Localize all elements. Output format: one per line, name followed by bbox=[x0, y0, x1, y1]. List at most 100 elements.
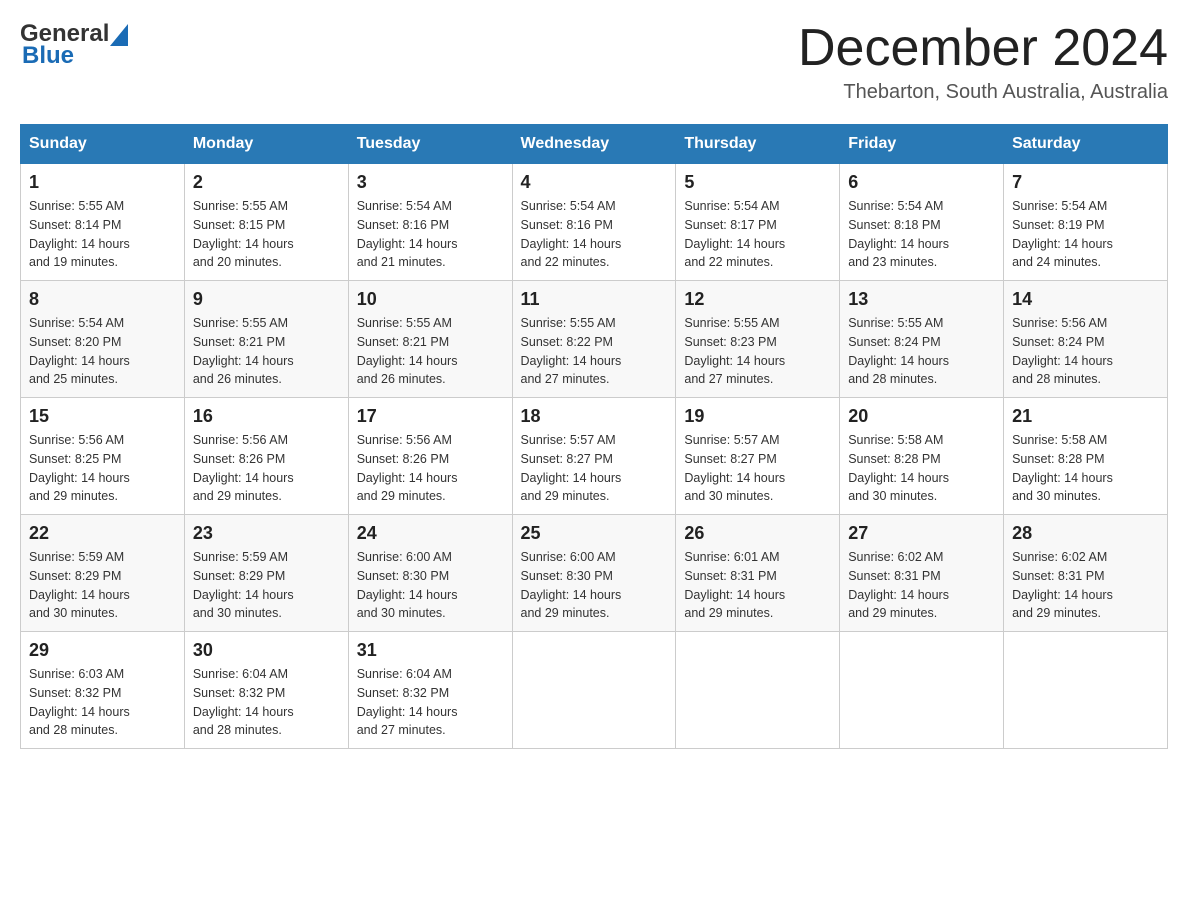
calendar-day-17: 17 Sunrise: 5:56 AMSunset: 8:26 PMDayligh… bbox=[348, 398, 512, 515]
day-info: Sunrise: 5:56 AMSunset: 8:24 PMDaylight:… bbox=[1012, 314, 1159, 389]
title-section: December 2024 Thebarton, South Australia… bbox=[798, 20, 1168, 104]
day-info: Sunrise: 5:57 AMSunset: 8:27 PMDaylight:… bbox=[684, 431, 831, 506]
day-number: 31 bbox=[357, 640, 504, 661]
calendar-day-3: 3 Sunrise: 5:54 AMSunset: 8:16 PMDaylight… bbox=[348, 164, 512, 281]
calendar-day-21: 21Sunrise: 5:58 AMSunset: 8:28 PMDayligh… bbox=[1004, 398, 1168, 515]
empty-cell bbox=[676, 632, 840, 749]
calendar-day-12: 12 Sunrise: 5:55 AMSunset: 8:23 PMDayligh… bbox=[676, 281, 840, 398]
month-title: December 2024 bbox=[798, 20, 1168, 77]
calendar-table: SundayMondayTuesdayWednesdayThursdayFrid… bbox=[20, 124, 1168, 749]
day-number: 3 bbox=[357, 172, 504, 193]
calendar-day-2: 2Sunrise: 5:55 AMSunset: 8:15 PMDaylight… bbox=[184, 164, 348, 281]
day-number: 12 bbox=[684, 289, 831, 310]
day-info: Sunrise: 5:57 AMSunset: 8:27 PMDaylight:… bbox=[521, 431, 668, 506]
day-info: Sunrise: 5:54 AMSunset: 8:17 PMDaylight:… bbox=[684, 197, 831, 272]
day-number: 27 bbox=[848, 523, 995, 544]
calendar-day-14: 14 Sunrise: 5:56 AMSunset: 8:24 PMDayligh… bbox=[1004, 281, 1168, 398]
page-header: General Blue December 2024 Thebarton, So… bbox=[20, 20, 1168, 104]
calendar-day-7: 7Sunrise: 5:54 AMSunset: 8:19 PMDaylight… bbox=[1004, 164, 1168, 281]
header-thursday: Thursday bbox=[676, 125, 840, 164]
calendar-day-18: 18 Sunrise: 5:57 AMSunset: 8:27 PMDayligh… bbox=[512, 398, 676, 515]
day-info: Sunrise: 5:56 AMSunset: 8:26 PMDaylight:… bbox=[357, 431, 504, 506]
calendar-day-8: 8Sunrise: 5:54 AMSunset: 8:20 PMDaylight… bbox=[21, 281, 185, 398]
day-number: 13 bbox=[848, 289, 995, 310]
calendar-day-6: 6 Sunrise: 5:54 AMSunset: 8:18 PMDaylight… bbox=[840, 164, 1004, 281]
day-info: Sunrise: 5:54 AMSunset: 8:19 PMDaylight:… bbox=[1012, 197, 1159, 272]
header-tuesday: Tuesday bbox=[348, 125, 512, 164]
header-friday: Friday bbox=[840, 125, 1004, 164]
calendar-day-5: 5 Sunrise: 5:54 AMSunset: 8:17 PMDaylight… bbox=[676, 164, 840, 281]
day-info: Sunrise: 5:54 AMSunset: 8:18 PMDaylight:… bbox=[848, 197, 995, 272]
day-info: Sunrise: 6:04 AMSunset: 8:32 PMDaylight:… bbox=[193, 665, 340, 740]
calendar-week-5: 29 Sunrise: 6:03 AMSunset: 8:32 PMDayligh… bbox=[21, 632, 1168, 749]
calendar-day-13: 13 Sunrise: 5:55 AMSunset: 8:24 PMDayligh… bbox=[840, 281, 1004, 398]
day-info: Sunrise: 5:58 AMSunset: 8:28 PMDaylight:… bbox=[848, 431, 995, 506]
empty-cell bbox=[840, 632, 1004, 749]
day-info: Sunrise: 6:00 AMSunset: 8:30 PMDaylight:… bbox=[521, 548, 668, 623]
day-number: 20 bbox=[848, 406, 995, 427]
day-number: 15 bbox=[29, 406, 176, 427]
calendar-day-16: 16Sunrise: 5:56 AMSunset: 8:26 PMDayligh… bbox=[184, 398, 348, 515]
day-number: 10 bbox=[357, 289, 504, 310]
day-info: Sunrise: 5:56 AMSunset: 8:25 PMDaylight:… bbox=[29, 431, 176, 506]
calendar-day-26: 26 Sunrise: 6:01 AMSunset: 8:31 PMDayligh… bbox=[676, 515, 840, 632]
calendar-day-27: 27 Sunrise: 6:02 AMSunset: 8:31 PMDayligh… bbox=[840, 515, 1004, 632]
day-info: Sunrise: 6:00 AMSunset: 8:30 PMDaylight:… bbox=[357, 548, 504, 623]
day-info: Sunrise: 6:02 AMSunset: 8:31 PMDaylight:… bbox=[848, 548, 995, 623]
logo: General Blue bbox=[20, 20, 130, 70]
calendar-day-20: 20 Sunrise: 5:58 AMSunset: 8:28 PMDayligh… bbox=[840, 398, 1004, 515]
calendar-day-30: 30 Sunrise: 6:04 AMSunset: 8:32 PMDayligh… bbox=[184, 632, 348, 749]
calendar-week-3: 15 Sunrise: 5:56 AMSunset: 8:25 PMDayligh… bbox=[21, 398, 1168, 515]
calendar-day-9: 9Sunrise: 5:55 AMSunset: 8:21 PMDaylight… bbox=[184, 281, 348, 398]
day-number: 11 bbox=[521, 289, 668, 310]
calendar-day-25: 25Sunrise: 6:00 AMSunset: 8:30 PMDayligh… bbox=[512, 515, 676, 632]
day-number: 17 bbox=[357, 406, 504, 427]
day-info: Sunrise: 6:02 AMSunset: 8:31 PMDaylight:… bbox=[1012, 548, 1159, 623]
day-info: Sunrise: 5:54 AMSunset: 8:16 PMDaylight:… bbox=[357, 197, 504, 272]
day-info: Sunrise: 6:03 AMSunset: 8:32 PMDaylight:… bbox=[29, 665, 176, 740]
calendar-day-22: 22 Sunrise: 5:59 AMSunset: 8:29 PMDayligh… bbox=[21, 515, 185, 632]
calendar-week-2: 8Sunrise: 5:54 AMSunset: 8:20 PMDaylight… bbox=[21, 281, 1168, 398]
calendar-day-29: 29 Sunrise: 6:03 AMSunset: 8:32 PMDayligh… bbox=[21, 632, 185, 749]
day-number: 21 bbox=[1012, 406, 1159, 427]
day-number: 23 bbox=[193, 523, 340, 544]
empty-cell bbox=[512, 632, 676, 749]
calendar-day-11: 11 Sunrise: 5:55 AMSunset: 8:22 PMDayligh… bbox=[512, 281, 676, 398]
day-number: 22 bbox=[29, 523, 176, 544]
day-info: Sunrise: 5:55 AMSunset: 8:23 PMDaylight:… bbox=[684, 314, 831, 389]
day-number: 5 bbox=[684, 172, 831, 193]
logo-blue-text: Blue bbox=[22, 42, 74, 70]
day-info: Sunrise: 5:59 AMSunset: 8:29 PMDaylight:… bbox=[29, 548, 176, 623]
day-info: Sunrise: 5:55 AMSunset: 8:22 PMDaylight:… bbox=[521, 314, 668, 389]
day-info: Sunrise: 5:55 AMSunset: 8:14 PMDaylight:… bbox=[29, 197, 176, 272]
day-info: Sunrise: 5:59 AMSunset: 8:29 PMDaylight:… bbox=[193, 548, 340, 623]
day-number: 26 bbox=[684, 523, 831, 544]
calendar-header-row: SundayMondayTuesdayWednesdayThursdayFrid… bbox=[21, 125, 1168, 164]
day-info: Sunrise: 5:55 AMSunset: 8:24 PMDaylight:… bbox=[848, 314, 995, 389]
calendar-day-23: 23 Sunrise: 5:59 AMSunset: 8:29 PMDayligh… bbox=[184, 515, 348, 632]
calendar-day-31: 31 Sunrise: 6:04 AMSunset: 8:32 PMDayligh… bbox=[348, 632, 512, 749]
day-number: 19 bbox=[684, 406, 831, 427]
day-info: Sunrise: 6:04 AMSunset: 8:32 PMDaylight:… bbox=[357, 665, 504, 740]
location-subtitle: Thebarton, South Australia, Australia bbox=[798, 81, 1168, 104]
day-info: Sunrise: 5:54 AMSunset: 8:16 PMDaylight:… bbox=[521, 197, 668, 272]
day-number: 29 bbox=[29, 640, 176, 661]
calendar-day-15: 15 Sunrise: 5:56 AMSunset: 8:25 PMDayligh… bbox=[21, 398, 185, 515]
calendar-day-4: 4 Sunrise: 5:54 AMSunset: 8:16 PMDaylight… bbox=[512, 164, 676, 281]
day-number: 6 bbox=[848, 172, 995, 193]
calendar-week-4: 22 Sunrise: 5:59 AMSunset: 8:29 PMDayligh… bbox=[21, 515, 1168, 632]
empty-cell bbox=[1004, 632, 1168, 749]
day-number: 14 bbox=[1012, 289, 1159, 310]
header-wednesday: Wednesday bbox=[512, 125, 676, 164]
day-info: Sunrise: 5:55 AMSunset: 8:15 PMDaylight:… bbox=[193, 197, 340, 272]
day-number: 4 bbox=[521, 172, 668, 193]
day-number: 30 bbox=[193, 640, 340, 661]
day-number: 9 bbox=[193, 289, 340, 310]
calendar-day-28: 28Sunrise: 6:02 AMSunset: 8:31 PMDayligh… bbox=[1004, 515, 1168, 632]
day-info: Sunrise: 5:55 AMSunset: 8:21 PMDaylight:… bbox=[357, 314, 504, 389]
day-number: 1 bbox=[29, 172, 176, 193]
day-info: Sunrise: 6:01 AMSunset: 8:31 PMDaylight:… bbox=[684, 548, 831, 623]
day-number: 18 bbox=[521, 406, 668, 427]
header-saturday: Saturday bbox=[1004, 125, 1168, 164]
calendar-day-10: 10 Sunrise: 5:55 AMSunset: 8:21 PMDayligh… bbox=[348, 281, 512, 398]
